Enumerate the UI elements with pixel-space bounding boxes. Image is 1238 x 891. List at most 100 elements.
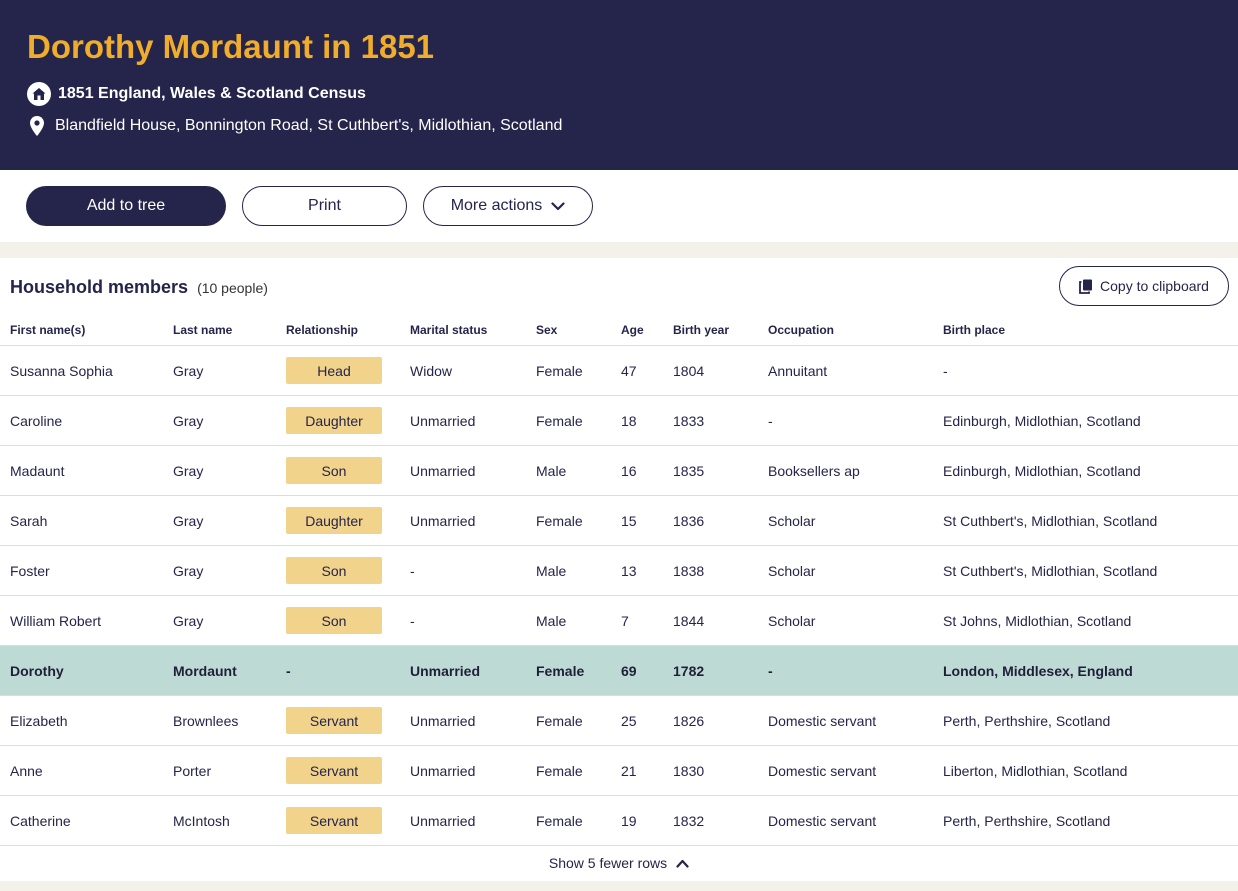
cell-birth-place: London, Middlesex, England	[943, 663, 1133, 679]
table-row[interactable]: William Robert Gray Son - Male 7 1844 Sc…	[0, 596, 1238, 646]
cell-marital-status: Unmarried	[410, 413, 476, 429]
cell-birth-year: 1832	[673, 813, 705, 829]
column-last-name: Last name	[173, 323, 233, 337]
cell-birth-place: St Cuthbert's, Midlothian, Scotland	[943, 513, 1158, 529]
cell-sex: Male	[536, 563, 567, 579]
relationship-badge: Head	[286, 357, 382, 384]
cell-occupation: Domestic servant	[768, 763, 877, 779]
cell-marital-status: -	[410, 613, 415, 629]
table-row[interactable]: Sarah Gray Daughter Unmarried Female 15 …	[0, 496, 1238, 546]
cell-last-name: Gray	[173, 613, 204, 629]
cell-birth-place: Edinburgh, Midlothian, Scotland	[943, 413, 1141, 429]
cell-occupation: Booksellers ap	[768, 463, 860, 479]
column-marital-status: Marital status	[410, 323, 488, 337]
cell-age: 7	[621, 613, 629, 629]
table-row[interactable]: Catherine McIntosh Servant Unmarried Fem…	[0, 796, 1238, 846]
chevron-up-icon	[676, 859, 689, 868]
cell-birth-year: 1838	[673, 563, 705, 579]
cell-marital-status: Widow	[410, 363, 453, 379]
cell-last-name: Porter	[173, 763, 212, 779]
cell-birth-place: St Cuthbert's, Midlothian, Scotland	[943, 563, 1158, 579]
cell-occupation: -	[768, 663, 773, 679]
cell-age: 47	[621, 363, 637, 379]
show-fewer-rows-label: Show 5 fewer rows	[548, 855, 668, 871]
cell-last-name: Gray	[173, 513, 204, 529]
cell-last-name: Brownlees	[173, 713, 239, 729]
table-row[interactable]: Susanna Sophia Gray Head Widow Female 47…	[0, 346, 1238, 396]
relationship-badge: Son	[286, 557, 382, 584]
household-title: Household members	[10, 277, 189, 297]
cell-marital-status: Unmarried	[410, 813, 476, 829]
print-button[interactable]: Print	[242, 186, 407, 226]
relationship-badge: Servant	[286, 807, 382, 834]
show-fewer-rows-button[interactable]: Show 5 fewer rows	[0, 851, 1238, 875]
cell-sex: Female	[536, 413, 583, 429]
cell-age: 18	[621, 413, 637, 429]
table-row[interactable]: Madaunt Gray Son Unmarried Male 16 1835 …	[0, 446, 1238, 496]
household-table-body: Susanna Sophia Gray Head Widow Female 47…	[0, 346, 1238, 846]
census-collection: 1851 England, Wales & Scotland Census	[27, 82, 366, 106]
relationship-badge: Daughter	[286, 407, 382, 434]
cell-sex: Female	[536, 513, 583, 529]
more-actions-label: More actions	[450, 197, 543, 214]
column-sex: Sex	[536, 323, 558, 337]
cell-sex: Male	[536, 463, 567, 479]
cell-birth-place: St Johns, Midlothian, Scotland	[943, 613, 1132, 629]
table-header: First name(s) Last name Relationship Mar…	[0, 316, 1238, 346]
cell-age: 25	[621, 713, 637, 729]
location-pin-icon	[30, 116, 46, 136]
cell-last-name: Gray	[173, 413, 204, 429]
cell-age: 19	[621, 813, 637, 829]
cell-birth-year: 1833	[673, 413, 705, 429]
cell-marital-status: Unmarried	[410, 663, 481, 679]
column-first-name: First name(s)	[10, 323, 86, 337]
table-row[interactable]: Caroline Gray Daughter Unmarried Female …	[0, 396, 1238, 446]
page-title: Dorothy Mordaunt in 1851	[27, 28, 435, 65]
cell-marital-status: Unmarried	[410, 513, 476, 529]
copy-to-clipboard-button[interactable]: Copy to clipboard	[1059, 266, 1229, 306]
cell-last-name: Gray	[173, 363, 204, 379]
cell-sex: Female	[536, 813, 583, 829]
cell-last-name: Gray	[173, 563, 204, 579]
action-bar: Add to tree Print More actions	[0, 170, 1238, 242]
cell-occupation: Domestic servant	[768, 713, 877, 729]
column-occupation: Occupation	[768, 323, 835, 337]
column-birth-year: Birth year	[673, 323, 730, 337]
cell-first-name: Catherine	[10, 813, 71, 829]
cell-sex: Female	[536, 763, 583, 779]
cell-age: 69	[621, 663, 637, 679]
cell-first-name: Sarah	[10, 513, 48, 529]
cell-birth-year: 1804	[673, 363, 705, 379]
cell-birth-year: 1835	[673, 463, 705, 479]
cell-birth-year: 1836	[673, 513, 705, 529]
cell-age: 21	[621, 763, 637, 779]
household-panel: Household members (10 people) Copy to cl…	[0, 258, 1238, 881]
cell-first-name: Susanna Sophia	[10, 363, 113, 379]
cell-first-name: Foster	[10, 563, 50, 579]
cell-first-name: William Robert	[10, 613, 102, 629]
column-age: Age	[621, 323, 644, 337]
cell-last-name: Mordaunt	[173, 663, 237, 679]
cell-occupation: Domestic servant	[768, 813, 877, 829]
relationship-badge: Servant	[286, 757, 382, 784]
more-actions-button[interactable]: More actions	[423, 186, 593, 226]
table-row[interactable]: Anne Porter Servant Unmarried Female 21 …	[0, 746, 1238, 796]
cell-occupation: Scholar	[768, 513, 816, 529]
record-address: Blandfield House, Bonnington Road, St Cu…	[27, 116, 562, 136]
cell-age: 13	[621, 563, 637, 579]
table-row[interactable]: Elizabeth Brownlees Servant Unmarried Fe…	[0, 696, 1238, 746]
cell-birth-year: 1830	[673, 763, 705, 779]
cell-occupation: Annuitant	[768, 363, 828, 379]
add-to-tree-button[interactable]: Add to tree	[26, 186, 226, 226]
chevron-down-icon	[551, 201, 565, 210]
cell-birth-year: 1826	[673, 713, 705, 729]
cell-marital-status: -	[410, 563, 415, 579]
cell-age: 16	[621, 463, 637, 479]
table-row[interactable]: Foster Gray Son - Male 13 1838 Scholar S…	[0, 546, 1238, 596]
cell-occupation: Scholar	[768, 563, 816, 579]
table-row-current-person[interactable]: Dorothy Mordaunt - Unmarried Female 69 1…	[0, 646, 1238, 696]
census-name: 1851 England, Wales & Scotland Census	[58, 85, 366, 102]
cell-relationship: -	[286, 663, 291, 679]
cell-birth-place: Liberton, Midlothian, Scotland	[943, 763, 1128, 779]
cell-first-name: Caroline	[10, 413, 63, 429]
